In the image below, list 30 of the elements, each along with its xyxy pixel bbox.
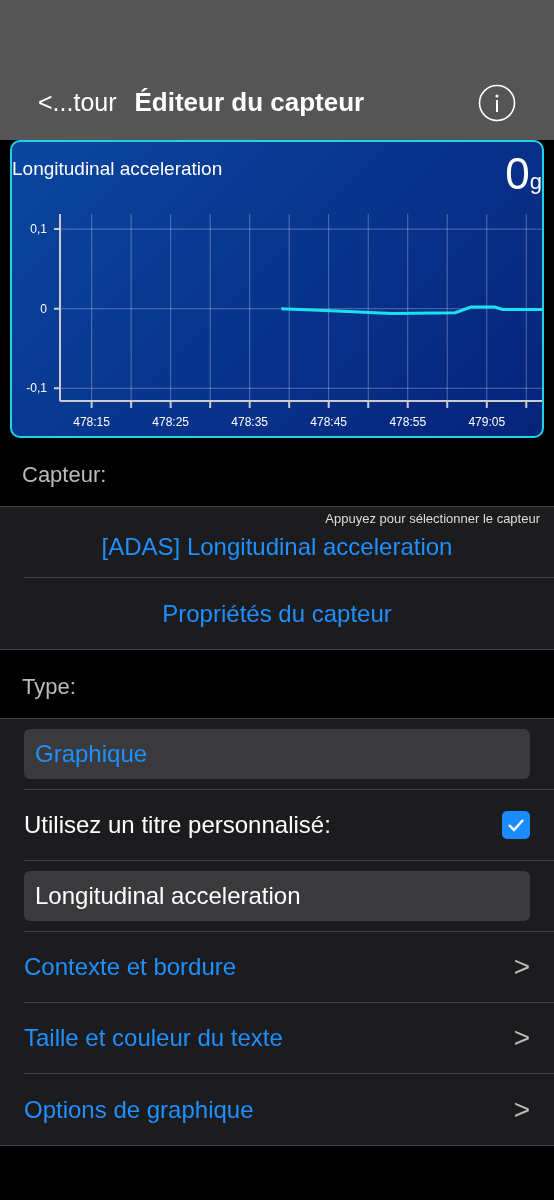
x-tick-label: 479:05 <box>468 415 506 429</box>
chevron: > <box>513 1022 530 1054</box>
section-header: Capteur: <box>21 461 108 489</box>
y-tick-label: 0,1 <box>30 222 47 237</box>
x-tick-label: 478:15 <box>73 415 110 429</box>
x-tick-label: 478:45 <box>310 415 348 429</box>
settings-link[interactable]: Taille et couleur du texte <box>24 1024 283 1052</box>
settings-link[interactable]: Options de graphique <box>24 1095 254 1124</box>
section-header: Type: <box>21 673 77 701</box>
y-tick-label: -0,1 <box>26 381 47 396</box>
value-readout: 0g <box>505 152 542 196</box>
checkbox[interactable] <box>502 811 530 839</box>
type-picker[interactable]: Graphique <box>24 729 530 779</box>
check-icon <box>507 818 525 832</box>
x-tick-label: 478:25 <box>152 415 189 429</box>
x-tick-label: 478:55 <box>389 415 427 429</box>
chevron: > <box>513 951 530 983</box>
info-icon[interactable] <box>478 83 516 122</box>
back-button[interactable]: <...tour <box>38 88 117 117</box>
screen-title: Éditeur du capteur <box>134 87 366 118</box>
sensor-link[interactable]: [ADAS] Longitudinal acceleration <box>101 533 453 561</box>
x-tick-label: 478:35 <box>231 415 269 429</box>
settings-link[interactable]: Contexte et bordure <box>24 953 237 981</box>
widget-title: Longitudinal acceleration <box>12 158 223 180</box>
properties-link[interactable]: Propriétés du capteur <box>162 599 392 628</box>
option-label: Utilisez un titre personnalisé: <box>24 811 331 839</box>
chevron: > <box>513 1093 530 1126</box>
y-tick-label: 0 <box>40 301 47 316</box>
title-input-field[interactable]: Longitudinal acceleration <box>24 871 530 921</box>
hint-text: Appuyez pour sélectionner le capteur <box>325 511 540 526</box>
